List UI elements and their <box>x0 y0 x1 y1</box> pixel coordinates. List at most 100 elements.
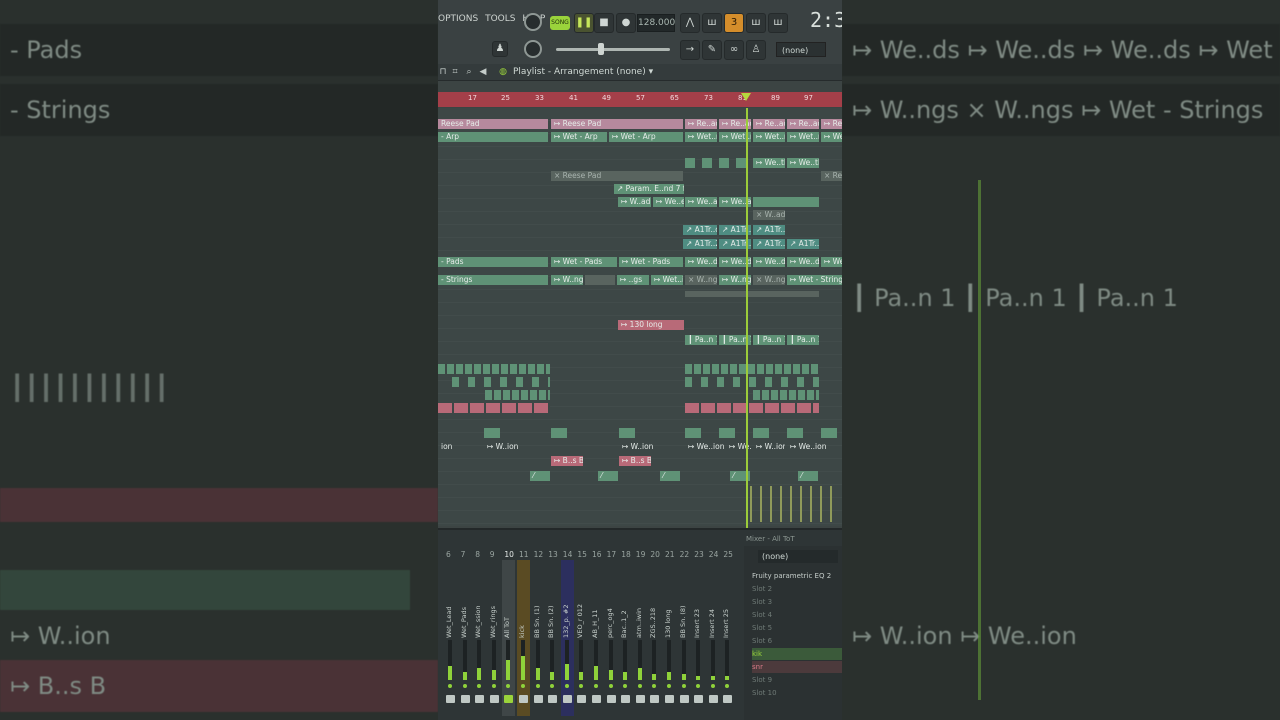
mixer-channel[interactable]: VEO_r 012 <box>575 560 588 716</box>
clip-pa-n1[interactable]: ┃ Pa..n 1 <box>753 335 785 345</box>
timeline-ruler[interactable]: 17 25 33 41 49 57 65 73 81 89 97 <box>438 92 842 107</box>
clip-reese-ghost[interactable]: × Reese Pad <box>821 171 842 181</box>
mixer-channel-led[interactable] <box>448 684 452 688</box>
clip-automation[interactable]: ⁄ <box>660 471 680 481</box>
clip-we-ad[interactable]: ↦ We..ad <box>685 197 717 207</box>
mixer-channel-fader[interactable] <box>562 695 572 703</box>
clip-w-ion[interactable]: ↦ W..ion <box>619 442 659 452</box>
blend-icon[interactable]: ш <box>746 13 766 33</box>
mixer-channel-fader[interactable] <box>519 695 528 703</box>
mixer-channel[interactable]: 130 long <box>663 560 676 716</box>
clip-reese-ghost[interactable]: × Reese Pad <box>551 171 683 181</box>
clip-automation[interactable]: ⁄ <box>598 471 618 481</box>
playlist-pattern[interactable]: (none) <box>616 67 645 77</box>
mixer-channel-led[interactable] <box>710 684 715 688</box>
clip-gs[interactable]: ↦ ..gs <box>617 275 649 285</box>
clip-wet-rp[interactable]: ↦ Wet..rp <box>821 132 842 142</box>
clip-bs-b[interactable]: ↦ B..s B <box>551 456 583 466</box>
countdown-icon[interactable]: 3 <box>724 13 744 33</box>
mixer-channel-led[interactable] <box>652 684 657 688</box>
playlist-tracks[interactable]: Reese Pad ↦ Reese Pad ↦ Re..ad ↦ Re..ad … <box>438 108 842 526</box>
mixer-channel-led[interactable] <box>550 684 555 688</box>
clip-altr-2[interactable]: ↗ A1Tr..2 <box>753 239 785 249</box>
clip-reese-pad[interactable]: ↦ Reese Pad <box>551 119 683 129</box>
mixer-channel[interactable]: All ToT <box>502 560 516 716</box>
mixer-channel[interactable]: BB Sn. (8) <box>678 560 691 716</box>
mixer-channel-led[interactable] <box>506 684 511 688</box>
clip-wet[interactable]: ↦ Wet <box>821 257 842 267</box>
select-icon[interactable]: ⌗ <box>450 67 460 77</box>
clip-re-ad[interactable]: ↦ Re..ad <box>685 119 717 129</box>
clip-marker[interactable] <box>685 428 701 438</box>
clip-marker[interactable] <box>685 158 695 168</box>
mixer-channel-led[interactable] <box>681 684 686 688</box>
snap-icon[interactable]: ⊓ <box>438 67 448 77</box>
clip-we-ds[interactable]: ↦ We..ds <box>685 257 717 267</box>
record-button[interactable]: ● <box>616 13 636 33</box>
mixer-channel-fader[interactable] <box>504 695 514 703</box>
mixer-channel[interactable]: Wet_Lead <box>444 560 457 716</box>
clip-wet-strings[interactable]: ↦ Wet - Strings <box>787 275 842 285</box>
link-icon[interactable]: ∞ <box>724 40 744 60</box>
clip-wet-rp[interactable]: ↦ Wet..rp <box>787 132 819 142</box>
clip-w-ion[interactable]: ↦ W..ion <box>484 442 524 452</box>
mixer-channel-led[interactable] <box>623 684 628 688</box>
mixer-channel-fader[interactable] <box>606 695 616 703</box>
mixer-channel-led[interactable] <box>594 684 598 688</box>
clip-marker[interactable] <box>719 428 735 438</box>
clip-ghost[interactable] <box>585 275 615 285</box>
clip-altr-o[interactable]: ↗ A1Tr..o <box>683 225 717 235</box>
mixer-channel-fader[interactable] <box>533 695 543 703</box>
clip-marker[interactable] <box>702 158 712 168</box>
mixer-channel[interactable]: Insert 24 <box>707 560 720 716</box>
mixer-channel[interactable]: ZGS..218 <box>648 560 661 716</box>
clip-re-ad[interactable]: ↦ Re..ad <box>821 119 842 129</box>
mixer-channel-led[interactable] <box>637 684 642 688</box>
clip-altr-2[interactable]: ↗ A1Tr..2 <box>787 239 819 249</box>
fx-slot-2[interactable]: Slot 2 <box>752 583 842 595</box>
fx-slot-10[interactable]: Slot 10 <box>752 687 842 699</box>
mixer-channel[interactable]: Bac..1_2 <box>619 560 632 716</box>
playhead-marker[interactable] <box>741 93 751 101</box>
clip-wet-ings[interactable]: ↦ Wet..ings <box>651 275 683 285</box>
fx-slot-3[interactable]: Slot 3 <box>752 596 842 608</box>
clip-we-ad-strip[interactable] <box>753 197 819 207</box>
clip-bs-b[interactable]: ↦ B..s B <box>619 456 651 466</box>
mixer-channel-fader[interactable] <box>708 695 718 703</box>
mixer-channel-led[interactable] <box>667 684 671 688</box>
menu-options[interactable]: OPTIONS <box>438 14 478 24</box>
mixer-channel[interactable]: Insert 23 <box>692 560 705 716</box>
wait-icon[interactable]: ш <box>702 13 722 33</box>
mixer-channel-led[interactable] <box>564 684 569 688</box>
mixer-channel[interactable]: Insert 25 <box>721 560 734 716</box>
clip-altr-o[interactable]: ↗ A1Tr..o <box>753 225 785 235</box>
mixer-channel[interactable]: perc_og4 <box>605 560 618 716</box>
clip-w-ad[interactable]: ↦ W..ad <box>618 197 651 207</box>
clip-fx-strip[interactable] <box>750 486 840 522</box>
fx-slot-6[interactable]: Slot 6 <box>752 635 842 647</box>
clip-wet-pads[interactable]: ↦ Wet - Pads <box>551 257 617 267</box>
mixer-channel-fader[interactable] <box>446 695 455 703</box>
mixer-channel[interactable]: BB Sn. (1) <box>532 560 545 716</box>
mixer-channel[interactable]: atm..iwin <box>634 560 647 716</box>
stop-button[interactable]: ■ <box>594 13 614 33</box>
master-knob[interactable] <box>524 13 542 31</box>
clip-re-ad[interactable]: ↦ Re..ad <box>787 119 819 129</box>
clip-drum-pattern[interactable] <box>485 390 550 400</box>
clip-wet-arp[interactable]: ↦ Wet - Arp <box>609 132 683 142</box>
mixer-channel-led[interactable] <box>696 684 701 688</box>
clip-we-th[interactable]: ↦ We..th <box>787 158 819 168</box>
clip-we-ds[interactable]: ↦ We..ds <box>787 257 819 267</box>
clip-automation[interactable]: ⁄ <box>530 471 550 481</box>
mixer-channel-fader[interactable] <box>592 695 601 703</box>
master-pitch-handle[interactable] <box>598 43 604 55</box>
clip-we-ion[interactable]: ↦ We..ion <box>685 442 725 452</box>
fx-slot-kik[interactable]: kik <box>752 648 842 660</box>
clip-drum-pattern[interactable] <box>685 377 819 387</box>
mixer-channel[interactable]: AB_H_11 <box>590 560 603 716</box>
clip-marker[interactable] <box>821 428 837 438</box>
clip-drum-pattern[interactable] <box>685 403 819 413</box>
mixer-channel[interactable]: BB Sn. (2) <box>546 560 559 716</box>
next-icon[interactable]: → <box>680 40 700 60</box>
clip-automation-strip[interactable] <box>685 291 819 297</box>
